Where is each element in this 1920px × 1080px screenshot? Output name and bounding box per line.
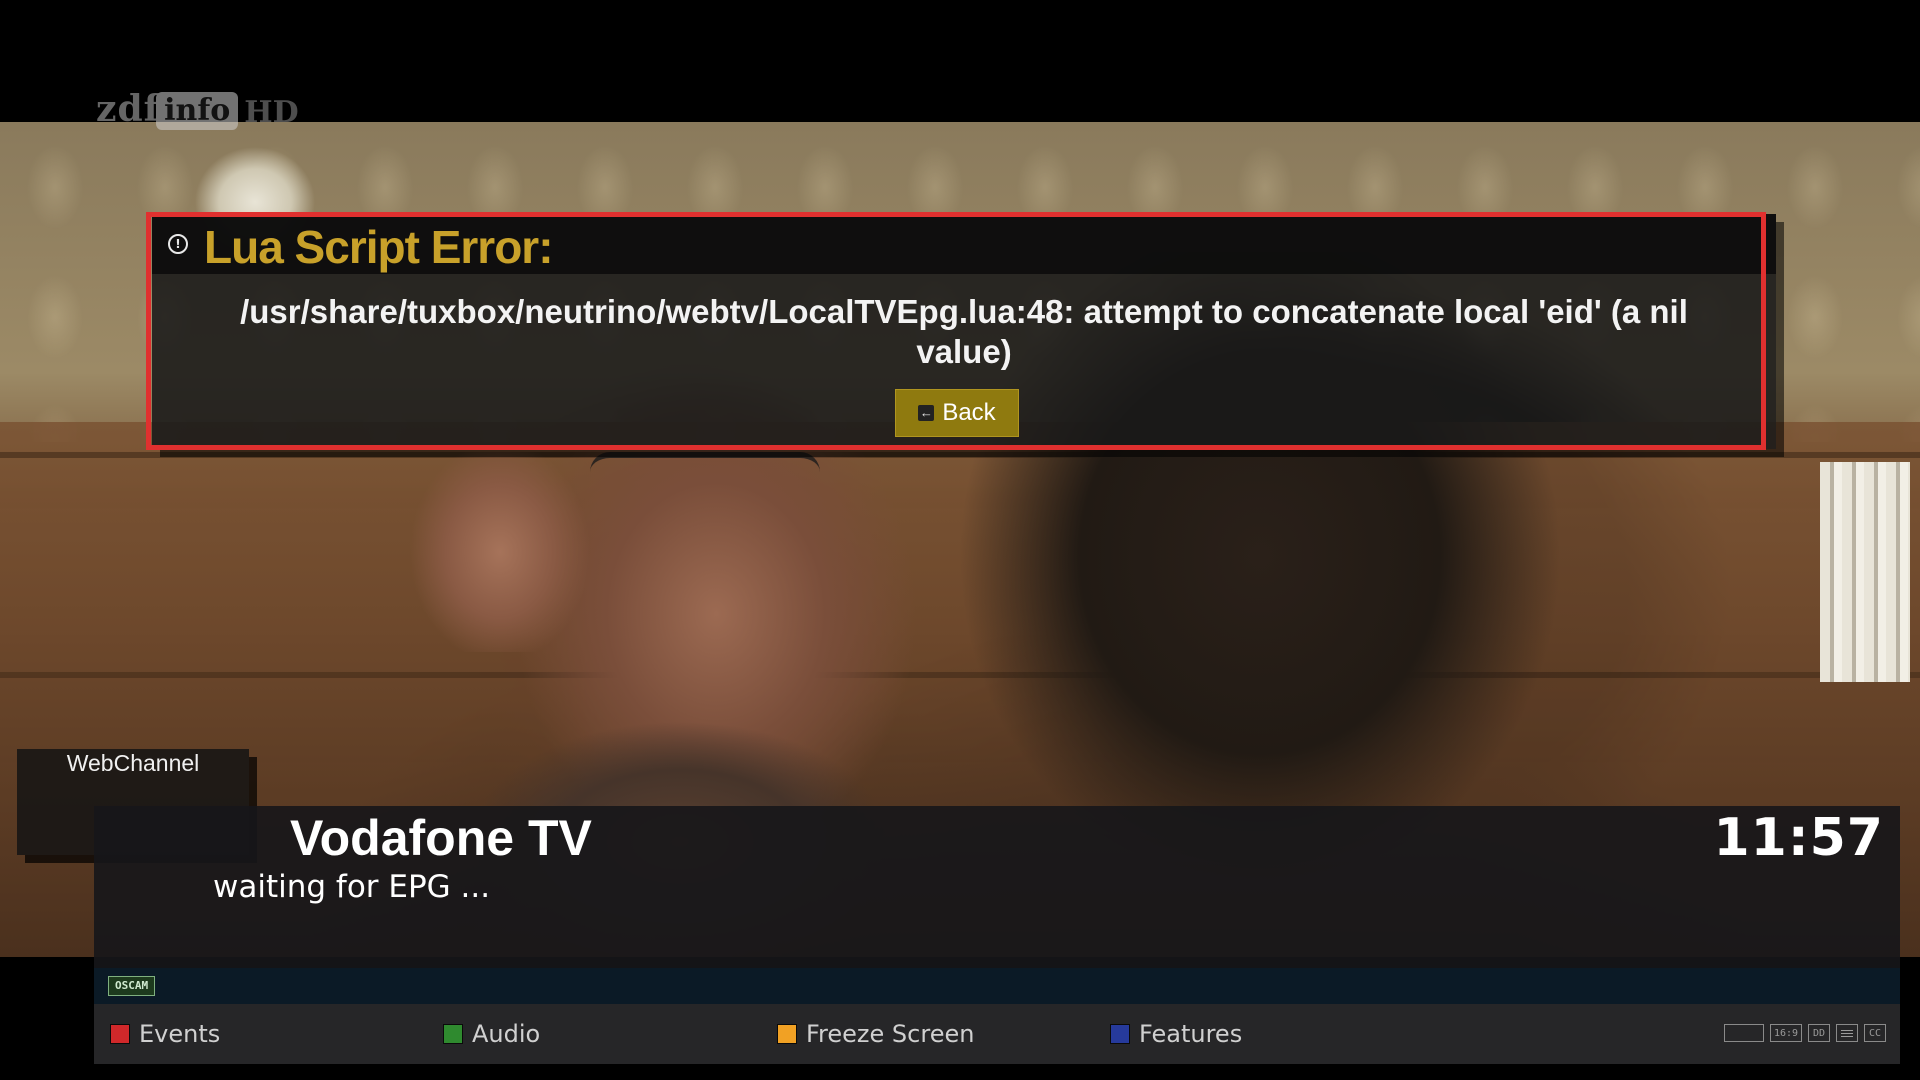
logo-part-info: info xyxy=(156,92,239,130)
raised-hand xyxy=(390,452,610,652)
blue-key-icon xyxy=(1110,1024,1130,1044)
yellow-button-freeze[interactable]: Freeze Screen xyxy=(777,1004,974,1064)
status-icons: 16:9 DD CC xyxy=(1724,1024,1886,1042)
glasses xyxy=(590,452,820,528)
green-key-icon xyxy=(443,1024,463,1044)
dialog-header: ! Lua Script Error: xyxy=(152,214,1776,274)
features-label: Features xyxy=(1139,1020,1243,1048)
channel-name: Vodafone TV xyxy=(290,810,592,866)
back-button-label: Back xyxy=(942,399,996,426)
green-button-audio[interactable]: Audio xyxy=(443,1004,540,1064)
dialog-title: Lua Script Error: xyxy=(204,221,554,273)
back-arrow-icon: ← xyxy=(918,405,935,421)
oscam-badge: OSCAM xyxy=(108,976,156,996)
error-dialog: ! Lua Script Error: /usr/share/tuxbox/ne… xyxy=(152,214,1776,449)
resolution-icon xyxy=(1724,1024,1764,1042)
red-button-events[interactable]: Events xyxy=(110,1004,220,1064)
audio-label: Audio xyxy=(472,1020,541,1048)
aspect-ratio-icon: 16:9 xyxy=(1770,1024,1802,1042)
events-label: Events xyxy=(139,1020,221,1048)
freeze-label: Freeze Screen xyxy=(806,1020,975,1048)
logo-part-zdf: zdf xyxy=(96,88,161,130)
color-button-bar: Events Audio Freeze Screen Features 16:9… xyxy=(94,1004,1900,1064)
infobar: Vodafone TV 11:57 waiting for EPG ... xyxy=(94,806,1900,968)
webchannel-label: WebChannel xyxy=(66,750,200,776)
subtitle-icon: CC xyxy=(1864,1024,1886,1042)
epg-text: waiting for EPG ... xyxy=(213,869,491,905)
info-icon: ! xyxy=(168,234,188,254)
yellow-key-icon xyxy=(777,1024,797,1044)
dolby-icon: DD xyxy=(1808,1024,1830,1042)
error-message: /usr/share/tuxbox/neutrino/webtv/LocalTV… xyxy=(240,293,1688,370)
ca-strip: OSCAM xyxy=(94,968,1900,1004)
back-button[interactable]: ← Back xyxy=(895,389,1019,437)
teletext-icon xyxy=(1836,1024,1858,1042)
red-key-icon xyxy=(110,1024,130,1044)
clock: 11:57 xyxy=(1713,808,1884,868)
logo-part-hd: HD xyxy=(244,95,299,130)
bookshelf xyxy=(1820,462,1910,682)
channel-logo: zdf info HD xyxy=(96,86,299,130)
blue-button-features[interactable]: Features xyxy=(1110,1004,1242,1064)
